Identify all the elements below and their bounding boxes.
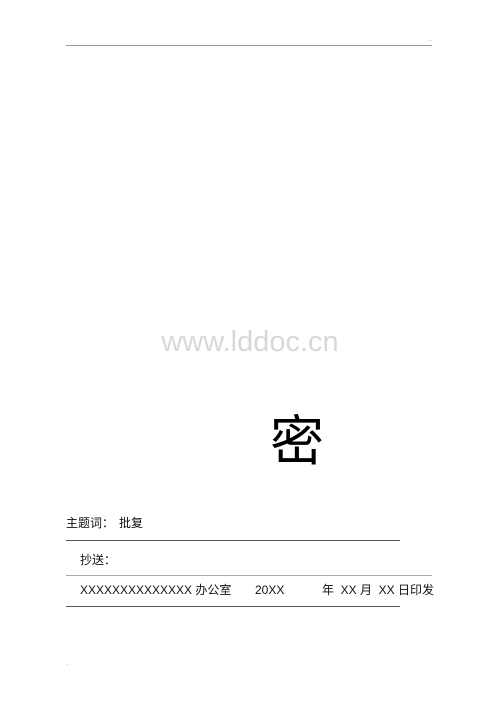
cc-label: 抄送： bbox=[80, 553, 117, 567]
header-rule bbox=[66, 45, 432, 46]
issuer: XXXXXXXXXXXXXX 办公室 bbox=[80, 583, 232, 597]
issue-year: 20XX bbox=[255, 583, 285, 597]
classification-mark: 密 bbox=[270, 410, 324, 473]
divider-issue bbox=[66, 606, 400, 607]
divider-subject bbox=[66, 540, 400, 541]
document-page: .. www.lddoc.cn 密 主题词： 批复 抄送： XXXXXXXXXX… bbox=[0, 0, 500, 708]
header-mark: .. bbox=[428, 36, 432, 43]
watermark: www.lddoc.cn bbox=[161, 326, 339, 358]
footer-mark: . bbox=[66, 660, 68, 667]
subject-value: 批复 bbox=[119, 516, 144, 530]
divider-cc bbox=[66, 575, 432, 576]
issue-date: 年 XX 月 XX 日印发 bbox=[322, 583, 435, 597]
subject-label: 主题词： bbox=[66, 516, 115, 530]
